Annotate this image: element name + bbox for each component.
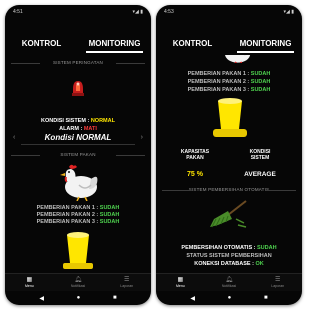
- monitoring-content[interactable]: SISTEM PERINGATAN KONDISI SISTEM : NORMA…: [5, 55, 151, 273]
- top-tabs: KONTROL MONITORING: [156, 31, 302, 53]
- phone-monitoring-alarm: 4:51 ▾◢ ▮ KONTROL MONITORING SISTEM PERI…: [5, 5, 151, 305]
- status-pembersihan-text: STATUS SISTEM PEMBERSIHAN: [186, 253, 272, 259]
- home-icon[interactable]: ●: [77, 295, 81, 301]
- feeder-icon: [61, 231, 95, 273]
- list-icon: ☰: [123, 277, 130, 283]
- recents-icon[interactable]: ■: [264, 295, 268, 301]
- chicken-icon: [216, 55, 256, 63]
- pakan-row-2: PEMBERIAN PAKAN 2 : SUDAH: [187, 79, 271, 85]
- section-header-pakan: SISTEM PAKAN: [11, 151, 145, 159]
- bottom-nav: ▦ Menu 🔔︎ Notifikasi ☰ Laporan: [5, 273, 151, 291]
- section-header-pembersihan: SISTEM PEMBERSIHAN OTOMATIS: [162, 186, 296, 194]
- phone-monitoring-pakan: 4:53 ▾◢ ▮ KONTROL MONITORING PEMBERIAN P…: [156, 5, 302, 305]
- bottom-nav: ▦ Menu 🔔︎ Notifikasi ☰ Laporan: [156, 273, 302, 291]
- feeder-icon: [210, 97, 250, 141]
- status-time: 4:51: [13, 9, 23, 15]
- back-icon[interactable]: ◀: [190, 295, 195, 302]
- pakan-row-1: PEMBERIAN PAKAN 1 : SUDAH: [187, 71, 271, 77]
- status-bar: 4:51 ▾◢ ▮: [5, 5, 151, 19]
- pakan-row-2: PEMBERIAN PAKAN 2 : SUDAH: [36, 212, 120, 218]
- tab-kontrol[interactable]: KONTROL: [5, 39, 78, 53]
- section-header-peringatan: SISTEM PERINGATAN: [11, 59, 145, 67]
- kapasitas-label: KAPASITAS PAKAN: [180, 149, 210, 161]
- kondisi-sistem-label: KONDISI SISTEM: [249, 149, 271, 161]
- chevron-right-icon[interactable]: ›: [141, 134, 143, 141]
- nav-notifikasi[interactable]: 🔔︎ Notifikasi: [205, 274, 254, 291]
- nav-laporan[interactable]: ☰ Laporan: [102, 274, 151, 291]
- status-bar: 4:53 ▾◢ ▮: [156, 5, 302, 19]
- siren-icon: [71, 79, 85, 97]
- system-nav: ◀ ● ■: [5, 291, 151, 305]
- pembersihan-otomatis-row: PEMBERSIHAN OTOMATIS : SUDAH: [181, 245, 277, 251]
- nav-menu[interactable]: ▦ Menu: [156, 274, 205, 291]
- tab-kontrol[interactable]: KONTROL: [156, 39, 229, 53]
- kondisi-bar: ‹ Kondisi NORMAL ›: [13, 133, 143, 145]
- chicken-icon: [57, 163, 101, 202]
- nav-notifikasi[interactable]: 🔔︎ Notifikasi: [54, 274, 103, 291]
- pakan-row-3: PEMBERIAN PAKAN 3 : SUDAH: [36, 219, 120, 225]
- bell-icon: 🔔︎: [74, 277, 82, 283]
- system-nav: ◀ ● ■: [156, 291, 302, 305]
- broom-icon: [206, 199, 250, 231]
- pakan-row-3: PEMBERIAN PAKAN 3 : SUDAH: [187, 87, 271, 93]
- monitoring-content[interactable]: PEMBERIAN PAKAN 1 : SUDAH PEMBERIAN PAKA…: [156, 55, 302, 273]
- status-icons: ▾◢ ▮: [283, 9, 295, 15]
- kapasitas-value: 75 %: [187, 171, 203, 178]
- recents-icon[interactable]: ■: [113, 295, 117, 301]
- pakan-row-1: PEMBERIAN PAKAN 1 : SUDAH: [36, 205, 120, 211]
- home-icon[interactable]: ●: [228, 295, 232, 301]
- status-icons: ▾◢ ▮: [132, 9, 144, 15]
- grid-icon: ▦: [177, 277, 184, 283]
- nav-laporan[interactable]: ☰ Laporan: [253, 274, 302, 291]
- koneksi-database-row: KONEKSI DATABASE : OK: [194, 261, 264, 267]
- kondisi-sistem-value: AVERAGE: [244, 171, 276, 178]
- kondisi-text: Kondisi NORMAL: [44, 133, 112, 142]
- bell-icon: 🔔︎: [225, 277, 233, 283]
- nav-menu[interactable]: ▦ Menu: [5, 274, 54, 291]
- kondisi-sistem-row: KONDISI SISTEM : NORMAL: [41, 118, 115, 124]
- chevron-left-icon[interactable]: ‹: [13, 134, 15, 141]
- tab-monitoring[interactable]: MONITORING: [78, 39, 151, 53]
- list-icon: ☰: [274, 277, 281, 283]
- back-icon[interactable]: ◀: [39, 295, 44, 302]
- tab-monitoring[interactable]: MONITORING: [229, 39, 302, 53]
- grid-icon: ▦: [26, 277, 33, 283]
- top-tabs: KONTROL MONITORING: [5, 31, 151, 53]
- status-time: 4:53: [164, 9, 174, 15]
- alarm-row: ALARM : MATI: [59, 126, 97, 132]
